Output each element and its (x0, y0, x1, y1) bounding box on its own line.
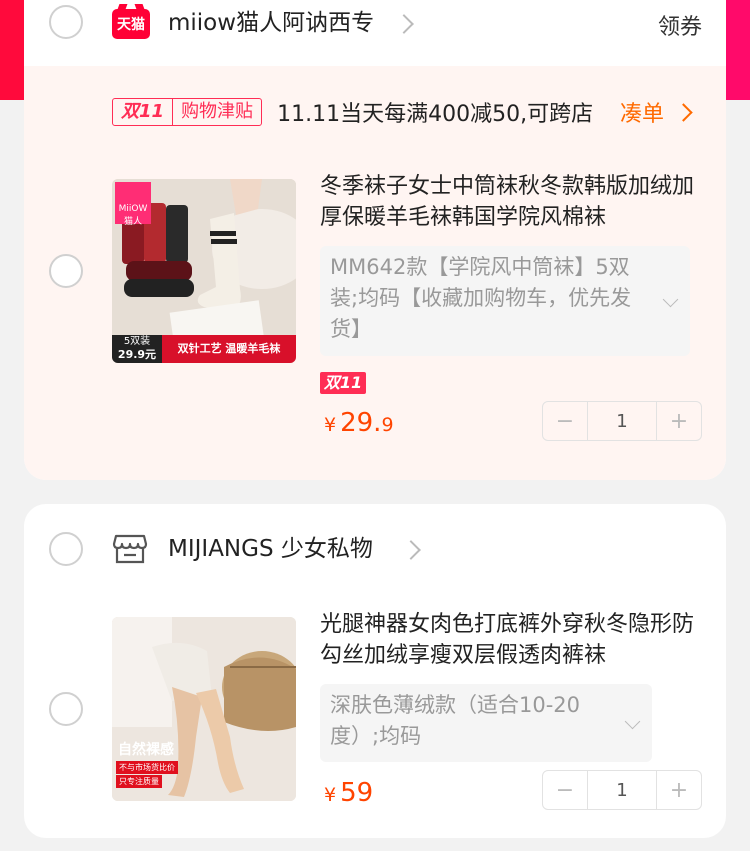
quantity-value[interactable]: 1 (587, 771, 657, 809)
quantity-value[interactable]: 1 (587, 402, 657, 440)
tmall-logo-icon: 天猫 (112, 9, 150, 39)
chevron-right-icon[interactable] (401, 540, 421, 560)
chevron-right-icon (674, 103, 693, 122)
chevron-right-icon[interactable] (394, 14, 414, 34)
quantity-stepper: − 1 + (542, 770, 702, 810)
double11-tag: 双11 (320, 372, 366, 394)
add-more-link[interactable]: 凑单 (619, 96, 693, 128)
increase-button[interactable]: + (657, 771, 701, 809)
product-title[interactable]: 光腿神器女肉色打底裤外穿秋冬隐形防勾丝加绒享瘦双层假透肉裤袜 (320, 609, 700, 671)
shop-select-radio[interactable] (49, 5, 83, 39)
coupon-button[interactable]: 领券 (658, 9, 702, 41)
quantity-stepper: − 1 + (542, 401, 702, 441)
image-caption: 只专注质量 (116, 775, 162, 788)
sku-text: 深肤色薄绒款（适合10-20度）;均码 (330, 693, 581, 748)
header-accent-left (0, 0, 26, 100)
pack-price-tag: 5双装 29.9元 (112, 335, 162, 363)
price: ¥29.9 (324, 408, 394, 438)
promo-text: 11.11当天每满400减50,可跨店 (277, 102, 594, 127)
decrease-button[interactable]: − (543, 771, 587, 809)
promo-banner: 双11 购物津贴 11.11当天每满400减50,可跨店 (112, 96, 594, 127)
item-select-radio[interactable] (49, 692, 83, 726)
shop-name[interactable]: MIJIANGS 少女私物 (168, 534, 373, 564)
store-icon (112, 534, 148, 564)
header-accent-right (724, 0, 750, 100)
shop-select-radio[interactable] (49, 532, 83, 566)
slogan-banner: 双针工艺 温暖羊毛袜 (162, 335, 296, 363)
price: ¥59 (324, 778, 374, 808)
brand-logo: MiiOW 猫人 (115, 182, 151, 227)
image-caption: 不与市场货比价 (116, 761, 178, 774)
promo-badge: 双11 购物津贴 (112, 98, 263, 126)
increase-button[interactable]: + (657, 402, 701, 440)
product-title[interactable]: 冬季袜子女士中筒袜秋冬款韩版加绒加厚保暖羊毛袜韩国学院风棉袜 (320, 171, 700, 233)
shop-name[interactable]: miiow猫人阿讷西专 (168, 8, 374, 38)
item-select-radio[interactable] (49, 254, 83, 288)
shop-card: MIJIANGS 少女私物 自然裸感 不与市场货比价 只专注质量 光腿神器女肉色… (24, 504, 726, 838)
sku-text: MM642款【学院风中筒袜】5双装;均码【收藏加购物车，优先发货】 (330, 255, 632, 341)
sku-selector[interactable]: 深肤色薄绒款（适合10-20度）;均码 (320, 684, 652, 762)
image-headline: 自然裸感 (118, 742, 174, 758)
chevron-down-icon (662, 291, 679, 308)
product-image[interactable]: 自然裸感 不与市场货比价 只专注质量 (112, 617, 296, 801)
add-more-label: 凑单 (619, 102, 664, 127)
product-image[interactable]: MiiOW 猫人 5双装 29.9元 双针工艺 温暖羊毛袜 (112, 179, 296, 363)
decrease-button[interactable]: − (543, 402, 587, 440)
sku-selector[interactable]: MM642款【学院风中筒袜】5双装;均码【收藏加购物车，优先发货】 (320, 246, 690, 356)
chevron-down-icon (624, 713, 641, 730)
shop-card: 天猫 miiow猫人阿讷西专 领券 双11 购物津贴 11.11当天每满400减5… (24, 0, 726, 480)
